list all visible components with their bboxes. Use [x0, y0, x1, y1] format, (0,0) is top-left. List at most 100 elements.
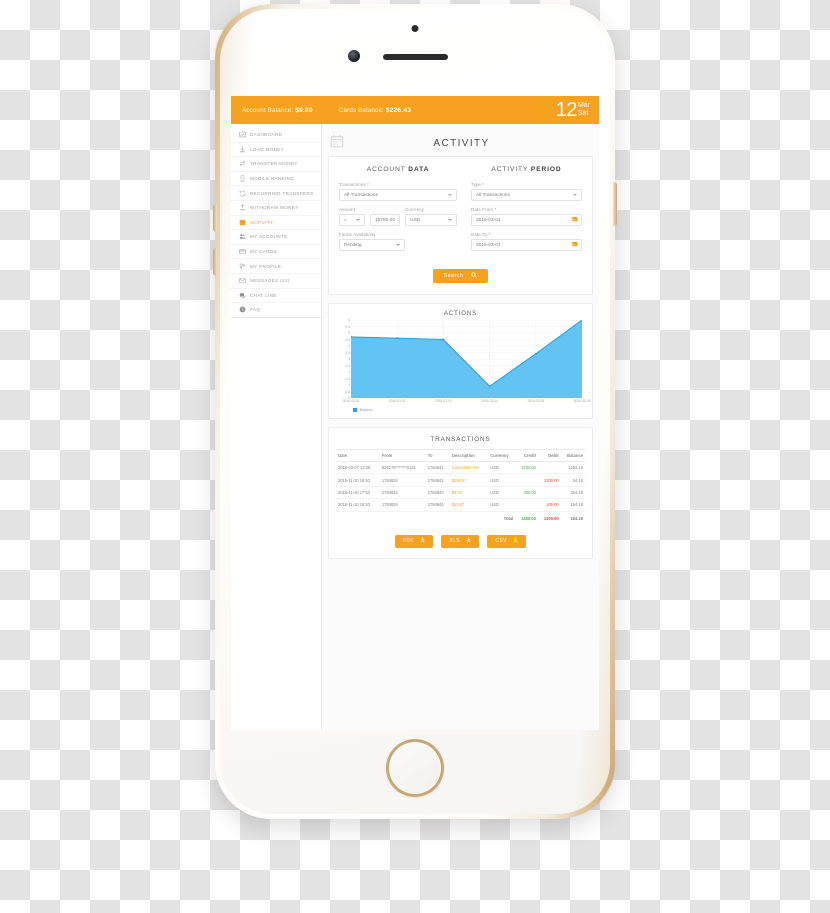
date-day: 12 — [555, 99, 578, 121]
activity-period-column: ACTIVITY PERIOD Type * All Transactions … — [464, 166, 582, 257]
chart-plot — [351, 320, 582, 398]
chart-x-tick: 2016-03-03 — [434, 399, 452, 403]
transactions-table-body: 2016-03-07 12:26 526179*******0131 1784841… — [336, 461, 585, 524]
funds-availability-select[interactable]: Pending — [339, 239, 405, 251]
sidebar-item-label: MY ACCOUNTS — [250, 234, 288, 240]
date-month: Mar — [577, 102, 590, 109]
col-date: Date — [336, 449, 380, 462]
volume-up-button[interactable] — [213, 204, 217, 232]
sidebar-item-dashboard[interactable]: DASHBOARD — [231, 128, 321, 143]
date-from-input[interactable]: 2016-03-01 — [471, 214, 582, 226]
mobile-banking-icon — [239, 175, 250, 182]
transfer-money-icon — [239, 160, 250, 167]
sidebar-item-faq[interactable]: ? FAQ — [231, 303, 321, 318]
sidebar-item-my-accounts[interactable]: MY ACCOUNTS — [231, 230, 321, 245]
calendar-icon — [330, 134, 344, 153]
total-credit: 1400.00 — [515, 510, 538, 524]
sidebar-item-label: RECURRING TRANSFERS — [250, 190, 314, 196]
search-button-row: Search — [339, 264, 582, 283]
faq-icon: ? — [239, 306, 250, 313]
account-balance: Account Balance: $0.00 — [242, 107, 313, 114]
col-description: Description — [449, 449, 489, 462]
table-row[interactable]: 2015-11-10 18:53 1784834 1784844 $23.67 USD 1… — [336, 498, 585, 512]
withdraw-money-icon — [239, 204, 250, 211]
cards-balance: Cards Balance: $226.43 — [339, 107, 411, 114]
table-row[interactable]: 2016-03-07 12:26 526179*******0131 1784841… — [336, 461, 585, 475]
sidebar-item-transfer-money[interactable]: TRANSFER MONEY — [231, 157, 321, 172]
phone-device-frame: Account Balance: $0.00 Cards Balance: $2… — [213, 4, 617, 819]
sidebar-item-recurring-transfers[interactable]: RECURRING TRANSFERS — [231, 186, 321, 201]
date-to-field: Date To * 2015-03-01 — [471, 232, 582, 251]
download-icon — [420, 537, 425, 544]
required-marker: * — [482, 182, 485, 187]
export-pdf-button[interactable]: PDF — [394, 534, 434, 548]
volume-down-button[interactable] — [213, 248, 217, 276]
account-balance-value: $0.00 — [295, 106, 313, 114]
cell-debit: 100.00 — [537, 498, 561, 512]
cell-description: $250.67 — [449, 473, 489, 487]
cell-currency: USD — [488, 486, 516, 500]
transactions-field: Transactions * All Transactions — [339, 182, 458, 201]
export-xls-button[interactable]: XLS — [441, 534, 480, 548]
messages-icon — [239, 277, 250, 284]
calendar-icon[interactable] — [572, 216, 578, 224]
account-data-title: ACCOUNT DATA — [339, 166, 457, 173]
sidebar-item-my-cards[interactable]: MY CARDS — [231, 245, 321, 260]
cell-currency: USD — [488, 473, 516, 487]
funds-availability-label: Funds Availability — [339, 232, 376, 237]
chart-y-tick: 3.5 — [345, 350, 350, 355]
type-select[interactable]: All Transactions — [471, 189, 582, 201]
search-panel: ACCOUNT DATA Transactions * All Transact… — [328, 156, 593, 295]
date-weekday: Sat — [577, 110, 589, 118]
cell-balance: 254.16 — [560, 486, 585, 500]
currency-select[interactable]: USD — [405, 214, 458, 226]
date-to-input[interactable]: 2015-03-01 — [471, 239, 582, 251]
transactions-select[interactable]: All Transactions — [339, 189, 458, 201]
sidebar-item-load-money[interactable]: LOAD MONEY — [231, 143, 321, 158]
funds-availability-field: Funds Availability Pending — [339, 232, 457, 251]
table-row[interactable]: 2015-11-10 16:53 1784834 1784842 $250.67 USD… — [336, 473, 585, 487]
account-data-column: ACCOUNT DATA Transactions * All Transact… — [339, 166, 464, 257]
sidebar-item-my-profile[interactable]: MY PROFILE — [231, 259, 321, 274]
cell-debit: 1200.00 — [537, 473, 561, 487]
load-money-icon — [239, 146, 250, 153]
chart-x-tick: 2016-03-06 — [573, 399, 591, 403]
sidebar-item-label: TRANSFER MONEY — [250, 161, 298, 167]
home-button[interactable] — [386, 739, 444, 797]
chart-x-axis: 2016-03-01 2016-03-02 2016-03-03 2016-03-04… — [343, 399, 591, 407]
cell-from: 526179*******0131 — [379, 461, 426, 475]
date-from-label: Date From * — [471, 207, 497, 212]
sidebar-item-messages[interactable]: MESSAGES (22) — [231, 274, 321, 289]
cell-balance: 154.16 — [560, 498, 585, 512]
search-button[interactable]: Search — [432, 269, 489, 283]
table-row[interactable]: 2015-11-10 17:53 1784834 1784843 $4.00 USD 20… — [336, 486, 585, 500]
cell-description: $4.00 — [449, 486, 489, 500]
activity-period-title-light: ACTIVITY — [491, 166, 531, 173]
export-csv-button[interactable]: CSV — [487, 534, 527, 548]
app-body: DASHBOARD LOAD MONEY TRANSFER MONEY MOBI… — [231, 124, 599, 730]
amount-operator-select[interactable]: = — [339, 214, 365, 226]
calendar-icon[interactable] — [572, 241, 578, 249]
chart-point — [351, 336, 353, 338]
chart-y-tick: 4 — [348, 344, 350, 348]
cell-from: 1784834 — [379, 486, 426, 500]
sidebar-item-mobile-banking[interactable]: MOBILE BANKING — [231, 172, 321, 187]
cell-to: 1784844 — [425, 498, 450, 512]
sidebar-item-label: MESSAGES (22) — [250, 278, 290, 284]
cell-to: 1784843 — [425, 486, 450, 500]
cell-currency: USD — [488, 498, 516, 512]
sidebar-item-activity[interactable]: ACTIVITY — [231, 216, 321, 231]
sidebar-item-label: FAQ — [250, 307, 261, 313]
sidebar-nav: DASHBOARD LOAD MONEY TRANSFER MONEY MOBI… — [231, 124, 322, 730]
chat-line-icon — [239, 292, 250, 299]
currency-value: USD — [410, 217, 421, 223]
col-balance: Balance — [560, 449, 585, 462]
sidebar-item-chat-line[interactable]: CHAT LINE — [231, 289, 321, 304]
cell-credit: 1200.00 — [515, 461, 538, 475]
cards-balance-label: Cards Balance: — [338, 106, 384, 114]
amount-input[interactable]: 15780.00 — [370, 214, 401, 226]
sidebar-item-label: LOAD MONEY — [250, 146, 285, 152]
required-marker: * — [367, 182, 370, 187]
power-button[interactable] — [613, 182, 617, 226]
sidebar-item-withdraw-money[interactable]: WITHDRAW MONEY — [231, 201, 321, 216]
